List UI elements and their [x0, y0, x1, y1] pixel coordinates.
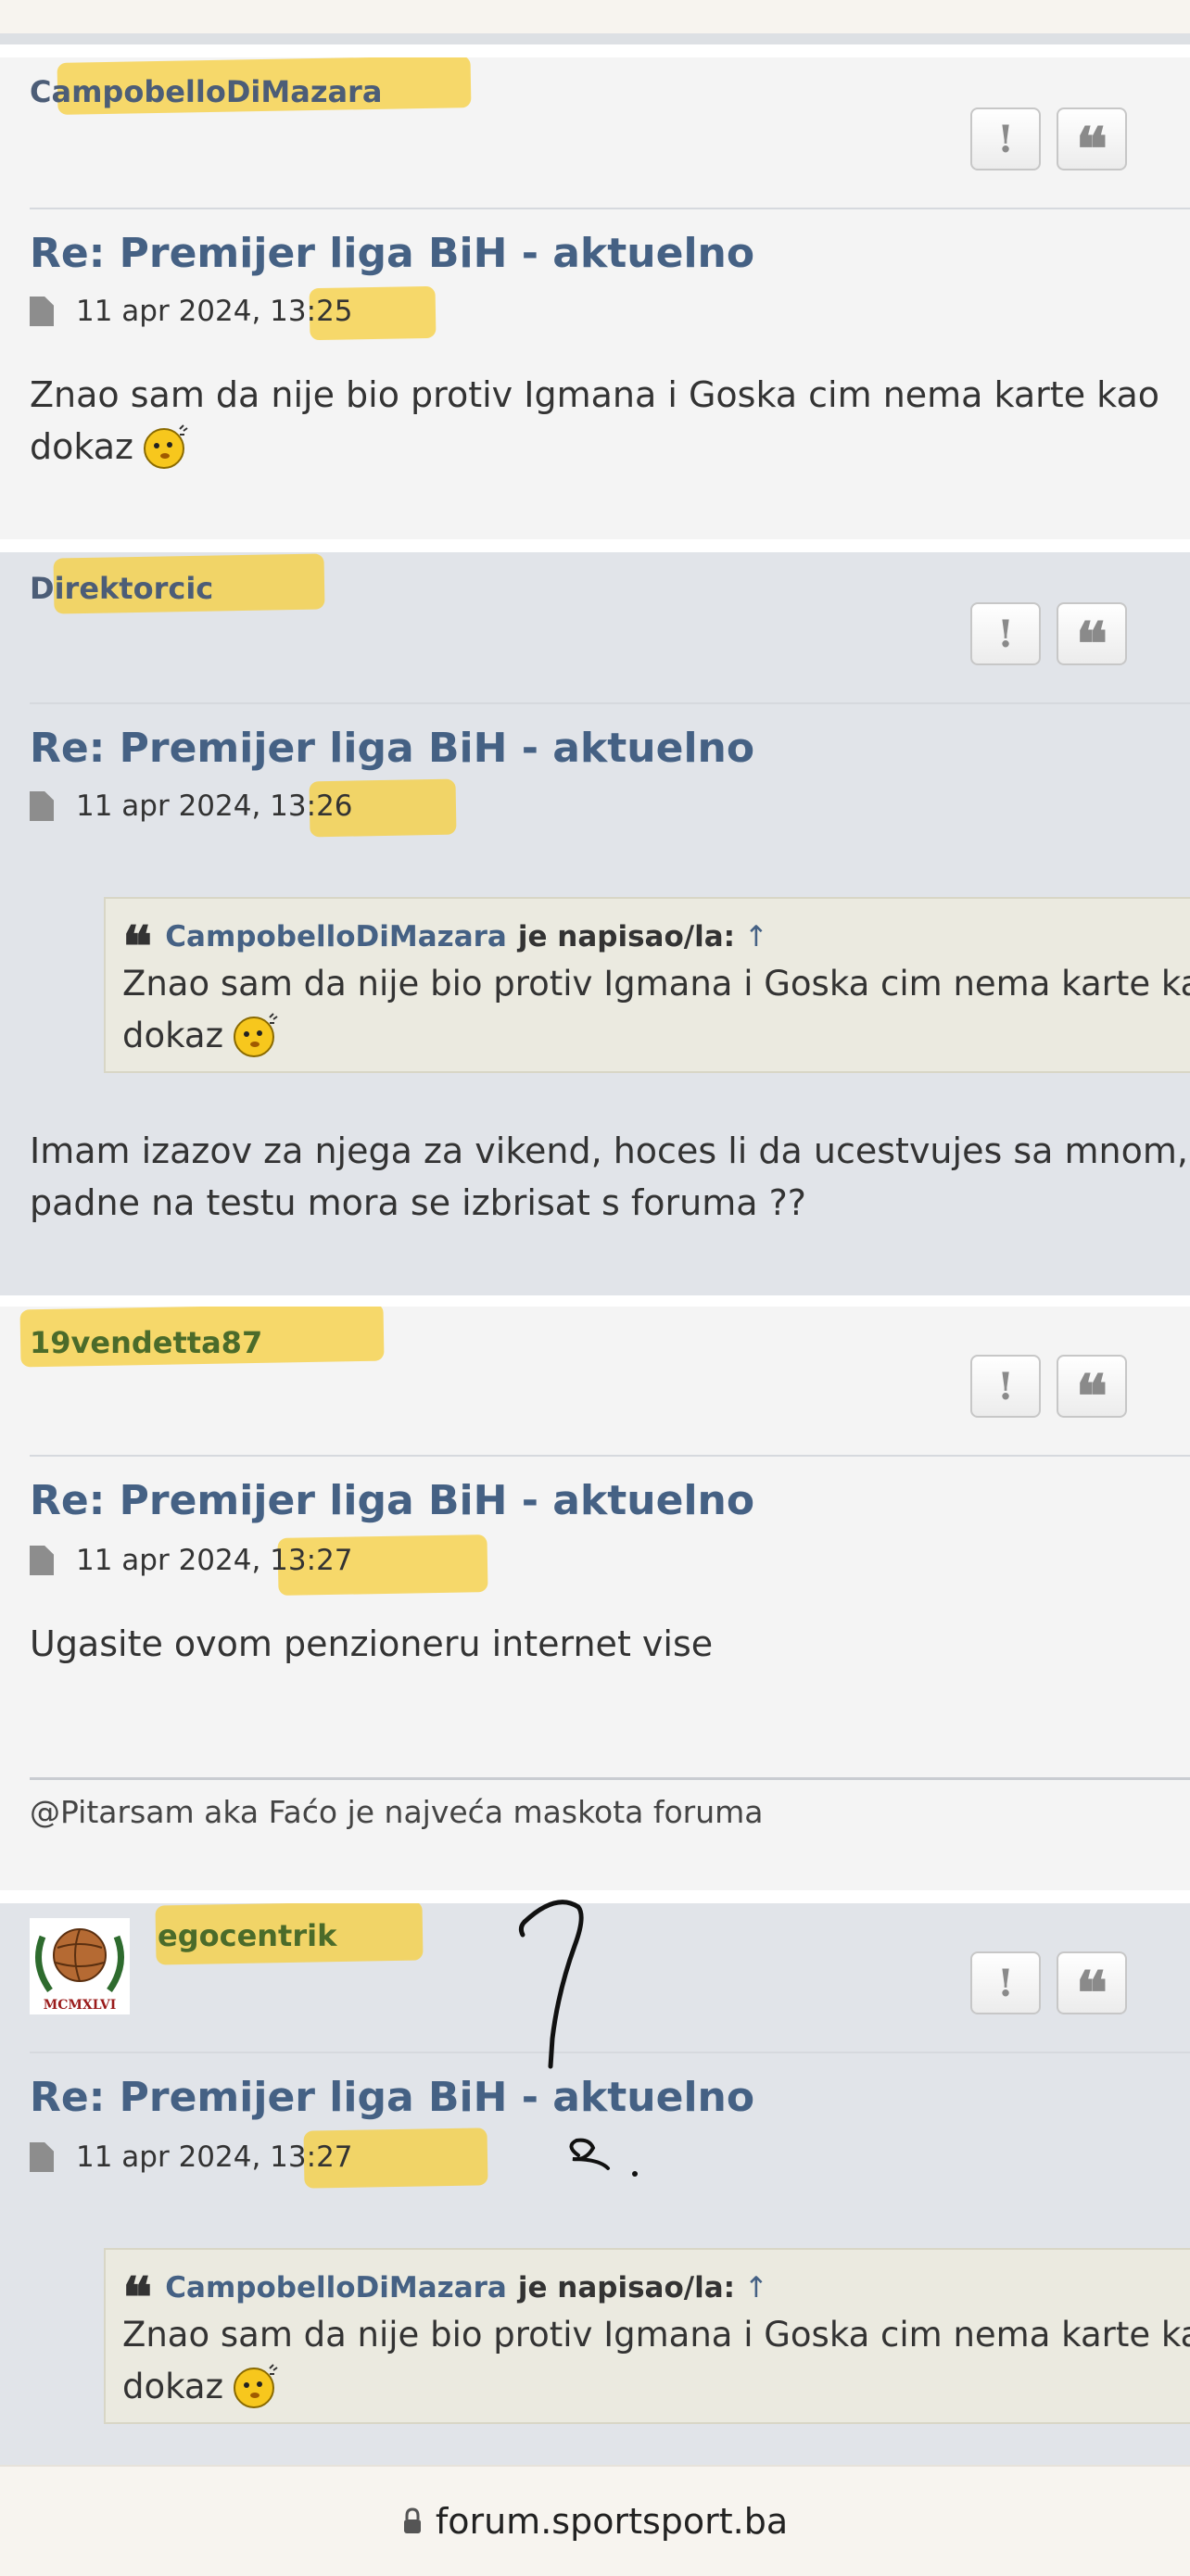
- quote-button[interactable]: ❝: [1057, 107, 1127, 180]
- quote-line: Znao sam da nije bio protiv Igmana i Gos…: [122, 964, 1190, 1004]
- avatar-image: MCMXLVI: [35, 1928, 124, 2013]
- post-body: Imam izazov za njega za vikend, hoces li…: [30, 1125, 1190, 1229]
- quote-jump-link[interactable]: ↑: [744, 920, 768, 953]
- svg-text:MCMXLVI: MCMXLVI: [44, 1998, 117, 2013]
- post-time: 11 apr 2024, 13:25: [76, 295, 353, 328]
- post-meta: 11 apr 2024, 13:27: [30, 2140, 353, 2174]
- signature: @Pitarsam aka Faćo je najveća maskota fo…: [30, 1794, 764, 1830]
- post-doc-icon[interactable]: [30, 297, 54, 326]
- report-button[interactable]: !: [970, 602, 1041, 665]
- quote-icon: ❝: [1075, 610, 1108, 679]
- post-doc-icon[interactable]: [30, 2142, 54, 2172]
- post-time: 11 apr 2024, 13:27: [76, 1544, 353, 1577]
- smiley-icon: [234, 2363, 278, 2408]
- post-title[interactable]: Re: Premijer liga BiH - aktuelno: [30, 230, 754, 277]
- post: Direktorcic ! ❝ Re: Premijer liga BiH - …: [0, 552, 1190, 1295]
- report-icon: !: [997, 612, 1014, 656]
- post-doc-icon[interactable]: [30, 1546, 54, 1575]
- quote-button[interactable]: ❝: [1057, 1355, 1127, 1427]
- divider: [30, 2052, 1190, 2053]
- quote-icon: ❝: [1075, 1362, 1108, 1432]
- quote-block: ❝ CampobelloDiMazara je napisao/la: ↑ Zn…: [104, 2248, 1190, 2424]
- smiley-icon: [234, 1012, 278, 1057]
- url-text[interactable]: forum.sportsport.ba: [436, 2501, 788, 2542]
- quote-button[interactable]: ❝: [1057, 1951, 1127, 2024]
- divider: [30, 702, 1190, 704]
- post-body-line: padne na testu mora se izbrisat s foruma…: [30, 1182, 806, 1223]
- quote-header: ❝ CampobelloDiMazara je napisao/la: ↑: [122, 2267, 1190, 2326]
- post-body-line: Ugasite ovom penzioneru internet vise: [30, 1623, 714, 1664]
- post-title[interactable]: Re: Premijer liga BiH - aktuelno: [30, 2074, 754, 2121]
- quote-wrote: je napisao/la:: [517, 2271, 736, 2305]
- report-button[interactable]: !: [970, 1355, 1041, 1418]
- quote-jump-link[interactable]: ↑: [744, 2271, 768, 2305]
- post-body-line: Imam izazov za njega za vikend, hoces li…: [30, 1130, 1190, 1171]
- post-body: Ugasite ovom penzioneru internet vise: [30, 1618, 713, 1670]
- quote-author[interactable]: CampobelloDiMazara: [165, 2271, 507, 2305]
- post-author[interactable]: 19vendetta87: [30, 1325, 262, 1360]
- post-doc-icon[interactable]: [30, 791, 54, 821]
- post-body: Znao sam da nije bio protiv Igmana i Gos…: [30, 369, 1159, 473]
- quote-line: dokaz: [122, 2361, 1190, 2413]
- divider: [30, 208, 1190, 209]
- post: 19vendetta87 ! ❝ Re: Premijer liga BiH -…: [0, 1307, 1190, 1890]
- post-meta: 11 apr 2024, 13:25: [30, 295, 353, 328]
- browser-url-bar[interactable]: forum.sportsport.ba: [0, 2465, 1190, 2576]
- avatar[interactable]: MCMXLVI: [30, 1918, 130, 2014]
- post-author[interactable]: Direktorcic: [30, 571, 213, 606]
- quote-icon: ❝: [1075, 115, 1108, 184]
- quote-icon: ❝: [1075, 1959, 1108, 2028]
- post-meta: 11 apr 2024, 13:27: [30, 1544, 353, 1577]
- report-button[interactable]: !: [970, 107, 1041, 170]
- post-time: 11 apr 2024, 13:26: [76, 789, 353, 823]
- report-icon: !: [997, 117, 1014, 161]
- divider: [30, 1455, 1190, 1457]
- post-body-line: Znao sam da nije bio protiv Igmana i Gos…: [30, 374, 1160, 415]
- post-author[interactable]: CampobelloDiMazara: [30, 74, 382, 109]
- signature-divider: [30, 1777, 1190, 1780]
- quote-block: ❝ CampobelloDiMazara je napisao/la: ↑ Zn…: [104, 897, 1190, 1073]
- top-strip: [0, 0, 1190, 44]
- post-author[interactable]: egocentrik: [158, 1918, 336, 1953]
- quote-button[interactable]: ❝: [1057, 602, 1127, 675]
- quote-author[interactable]: CampobelloDiMazara: [165, 920, 507, 953]
- post: CampobelloDiMazara ! ❝ Re: Premijer liga…: [0, 57, 1190, 539]
- smiley-icon: [143, 423, 188, 469]
- report-icon: !: [997, 1961, 1014, 2005]
- post: MCMXLVI egocentrik ! ❝ Re: Premijer liga…: [0, 1903, 1190, 2465]
- quote-wrote: je napisao/la:: [517, 920, 736, 953]
- post-meta: 11 apr 2024, 13:26: [30, 789, 353, 823]
- quote-header: ❝ CampobelloDiMazara je napisao/la: ↑: [122, 915, 1190, 975]
- post-title[interactable]: Re: Premijer liga BiH - aktuelno: [30, 1477, 754, 1524]
- report-button[interactable]: !: [970, 1951, 1041, 2014]
- report-icon: !: [997, 1364, 1014, 1408]
- quote-line: Znao sam da nije bio protiv Igmana i Gos…: [122, 2315, 1190, 2355]
- lock-icon: [403, 2507, 421, 2533]
- post-title[interactable]: Re: Premijer liga BiH - aktuelno: [30, 725, 754, 772]
- post-time: 11 apr 2024, 13:27: [76, 2140, 353, 2174]
- post-body-line: dokaz: [30, 421, 1159, 473]
- quote-line: dokaz: [122, 1010, 1190, 1062]
